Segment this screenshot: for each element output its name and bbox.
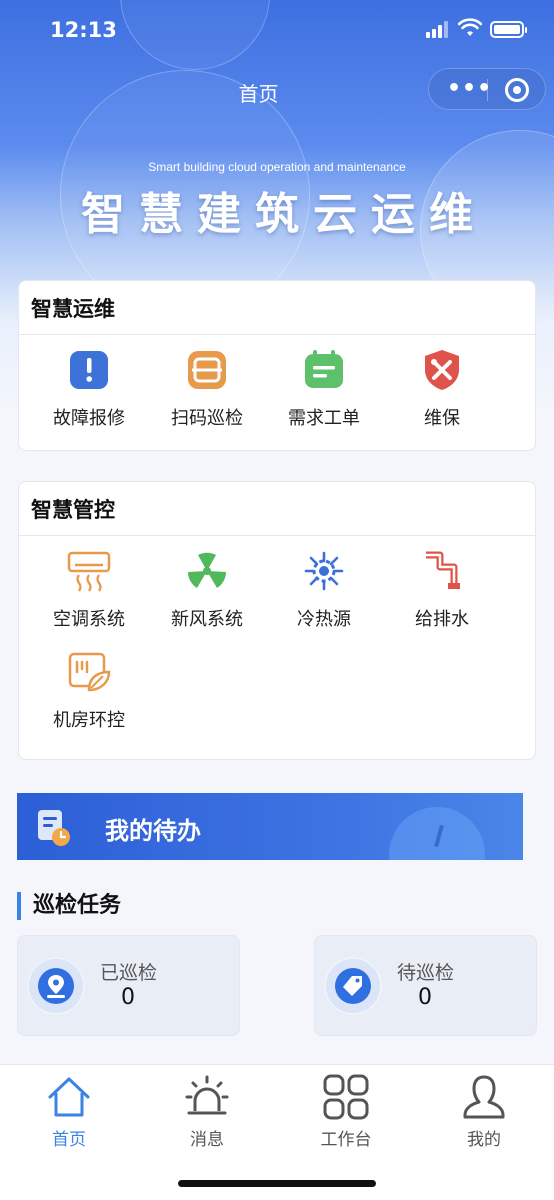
decor-circle bbox=[389, 807, 485, 860]
ops-item-repair[interactable]: 故障报修 bbox=[30, 348, 148, 430]
control-card: 智慧管控 空调系统 新风系统 冷热源 给排水 机房环控 bbox=[18, 481, 536, 760]
control-item-fresh-air[interactable]: 新风系统 bbox=[148, 549, 266, 631]
status-bar: 12:13 bbox=[0, 0, 554, 60]
user-icon bbox=[460, 1073, 508, 1121]
divider bbox=[487, 79, 488, 101]
todo-banner-label: 我的待办 bbox=[105, 817, 201, 845]
ops-item-label: 需求工单 bbox=[288, 408, 360, 429]
hero-title: 智慧建筑云运维 bbox=[81, 189, 487, 240]
control-item-server-room[interactable]: 机房环控 bbox=[30, 650, 148, 732]
control-item-label: 冷热源 bbox=[297, 609, 351, 630]
tab-label: 首页 bbox=[52, 1130, 86, 1150]
pending-label: 待巡检 bbox=[397, 962, 455, 984]
control-item-label: 新风系统 bbox=[171, 609, 243, 630]
ops-item-label: 扫码巡检 bbox=[171, 408, 243, 429]
inspected-count: 0 bbox=[121, 985, 135, 1010]
control-item-label: 给排水 bbox=[415, 609, 469, 630]
pending-stat-card[interactable]: 待巡检 0 bbox=[314, 935, 537, 1036]
control-item-ac[interactable]: 空调系统 bbox=[30, 549, 148, 631]
control-item-water[interactable]: 给排水 bbox=[383, 549, 501, 631]
snow-sun-icon bbox=[302, 549, 346, 593]
ops-item-ticket[interactable]: 需求工单 bbox=[265, 348, 383, 430]
tab-label: 工作台 bbox=[320, 1130, 372, 1150]
cellular-signal-icon bbox=[426, 20, 452, 38]
tag-icon bbox=[324, 957, 382, 1015]
air-conditioner-icon bbox=[67, 549, 111, 593]
tab-messages[interactable]: 消息 bbox=[147, 1073, 267, 1150]
more-icon[interactable]: ••• bbox=[447, 78, 492, 100]
tab-home[interactable]: 首页 bbox=[9, 1073, 129, 1150]
grid-icon bbox=[322, 1073, 370, 1121]
ops-item-label: 维保 bbox=[424, 408, 460, 429]
todo-banner[interactable]: 我的待办 bbox=[17, 793, 523, 860]
home-icon bbox=[45, 1073, 93, 1121]
control-item-label: 机房环控 bbox=[53, 710, 125, 731]
inspected-label: 已巡检 bbox=[100, 962, 158, 984]
alert-icon bbox=[67, 348, 111, 392]
wifi-icon bbox=[458, 18, 482, 36]
ticket-icon bbox=[302, 348, 346, 392]
alarm-icon bbox=[183, 1073, 231, 1121]
server-room-icon bbox=[67, 650, 111, 694]
ops-item-scan[interactable]: 扫码巡检 bbox=[148, 348, 266, 430]
ops-item-label: 故障报修 bbox=[53, 408, 125, 429]
control-card-title: 智慧管控 bbox=[19, 482, 535, 536]
scan-icon bbox=[185, 348, 229, 392]
hero-subtitle: Smart building cloud operation and maint… bbox=[148, 160, 406, 174]
tab-workbench[interactable]: 工作台 bbox=[286, 1073, 406, 1150]
ops-card-title: 智慧运维 bbox=[19, 281, 535, 335]
inspected-stat-card[interactable]: 已巡检 0 bbox=[17, 935, 240, 1036]
control-item-heat-cool[interactable]: 冷热源 bbox=[265, 549, 383, 631]
wrench-shield-icon bbox=[420, 348, 464, 392]
battery-icon bbox=[490, 21, 527, 38]
fan-icon bbox=[185, 549, 229, 593]
miniprogram-capsule[interactable]: ••• bbox=[428, 68, 546, 110]
pipe-icon bbox=[420, 549, 464, 593]
inspection-section-title: 巡检任务 bbox=[17, 892, 121, 920]
status-time: 12:13 bbox=[50, 18, 117, 42]
pending-count: 0 bbox=[418, 985, 432, 1010]
todo-clock-icon bbox=[38, 810, 70, 846]
ops-card: 智慧运维 故障报修 扫码巡检 需求工单 维保 bbox=[18, 280, 536, 451]
close-target-icon[interactable] bbox=[505, 78, 529, 102]
control-item-label: 空调系统 bbox=[53, 609, 125, 630]
tab-label: 消息 bbox=[190, 1130, 224, 1150]
home-indicator bbox=[178, 1180, 376, 1187]
tab-label: 我的 bbox=[467, 1130, 501, 1150]
ops-item-maintenance[interactable]: 维保 bbox=[383, 348, 501, 430]
tab-profile[interactable]: 我的 bbox=[424, 1073, 544, 1150]
location-pin-icon bbox=[27, 957, 85, 1015]
